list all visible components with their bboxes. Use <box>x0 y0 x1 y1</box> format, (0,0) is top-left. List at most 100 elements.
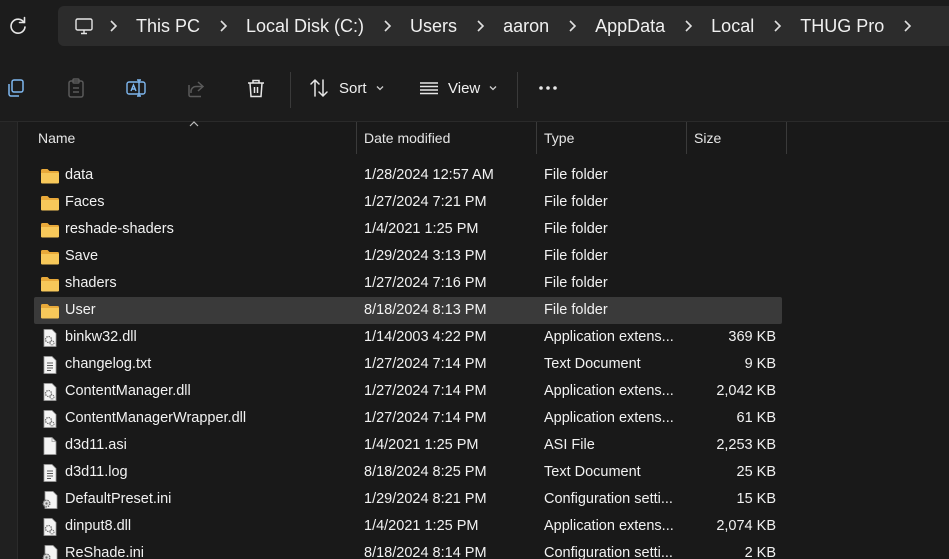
refresh-icon[interactable] <box>6 14 30 38</box>
breadcrumb-item[interactable]: This PC <box>128 16 208 37</box>
file-type: ASI File <box>544 437 595 453</box>
dll-file-icon <box>40 383 60 401</box>
file-size: 2 KB <box>744 545 776 559</box>
file-row[interactable]: ReShade.ini 8/18/2024 8:14 PM Configuratio… <box>34 540 782 559</box>
file-date-modified: 1/27/2024 7:14 PM <box>364 356 487 372</box>
address-bar-row: This PC Local Disk (C:) Users aaron AppData L… <box>0 0 949 52</box>
dll-file-icon <box>40 329 60 347</box>
breadcrumb-separator-icon[interactable] <box>98 19 128 33</box>
file-list: Name Date modified Type Size data 1/28/20… <box>0 121 949 559</box>
paste-icon[interactable] <box>65 77 87 99</box>
chevron-down-icon <box>376 86 383 91</box>
file-type: File folder <box>544 248 608 264</box>
file-type: File folder <box>544 302 608 318</box>
file-date-modified: 1/4/2021 1:25 PM <box>364 221 479 237</box>
file-date-modified: 1/29/2024 8:21 PM <box>364 491 487 507</box>
file-name: shaders <box>65 275 117 291</box>
file-size: 2,042 KB <box>716 383 776 399</box>
column-divider[interactable] <box>786 122 787 154</box>
breadcrumb-item[interactable]: Local Disk (C:) <box>238 16 372 37</box>
this-pc-icon[interactable] <box>74 16 94 36</box>
toolbar-divider <box>290 72 291 108</box>
text-file-icon <box>40 464 60 482</box>
folder-row[interactable]: reshade-shaders 1/4/2021 1:25 PM File fold… <box>34 216 782 243</box>
file-name: changelog.txt <box>65 356 152 372</box>
folder-row[interactable]: Faces 1/27/2024 7:21 PM File folder <box>34 189 782 216</box>
config-file-icon <box>40 491 60 509</box>
file-type: Application extens... <box>544 383 674 399</box>
file-row[interactable]: d3d11.asi 1/4/2021 1:25 PM ASI File 2,253 K… <box>34 432 782 459</box>
file-rows: data 1/28/2024 12:57 AM File folder Faces 1/… <box>34 162 782 559</box>
folder-row[interactable]: shaders 1/27/2024 7:16 PM File folder <box>34 270 782 297</box>
file-name: DefaultPreset.ini <box>65 491 172 507</box>
file-row[interactable]: ContentManager.dll 1/27/2024 7:14 PM Appli… <box>34 378 782 405</box>
file-type: Configuration setti... <box>544 545 673 559</box>
view-icon <box>420 82 438 95</box>
column-divider[interactable] <box>686 122 687 154</box>
file-row[interactable]: binkw32.dll 1/14/2003 4:22 PM Application … <box>34 324 782 351</box>
delete-icon[interactable] <box>245 77 267 99</box>
more-options-icon[interactable] <box>537 77 559 99</box>
file-name: Save <box>65 248 99 264</box>
file-type: File folder <box>544 194 608 210</box>
file-row[interactable]: DefaultPreset.ini 1/29/2024 8:21 PM Config… <box>34 486 782 513</box>
address-bar[interactable]: This PC Local Disk (C:) Users aaron AppData L… <box>58 6 949 46</box>
file-name: d3d11.log <box>65 464 128 480</box>
column-header-type[interactable]: Type <box>544 122 574 154</box>
rename-icon[interactable] <box>125 77 147 99</box>
file-date-modified: 1/27/2024 7:14 PM <box>364 383 487 399</box>
file-type: Application extens... <box>544 410 674 426</box>
breadcrumb-item[interactable]: Local <box>703 16 762 37</box>
folder-row[interactable]: data 1/28/2024 12:57 AM File folder <box>34 162 782 189</box>
column-header-date[interactable]: Date modified <box>364 122 450 154</box>
breadcrumb-item[interactable]: AppData <box>587 16 673 37</box>
folder-row[interactable]: User 8/18/2024 8:13 PM File folder <box>34 297 782 324</box>
folder-icon <box>40 167 60 185</box>
column-header-size[interactable]: Size <box>694 122 721 154</box>
command-bar: Sort View <box>0 52 949 122</box>
file-date-modified: 1/28/2024 12:57 AM <box>364 167 494 183</box>
file-type: Application extens... <box>544 518 674 534</box>
share-icon[interactable] <box>185 77 207 99</box>
breadcrumb-separator-icon[interactable] <box>208 19 238 33</box>
breadcrumb-item[interactable]: aaron <box>495 16 557 37</box>
file-row[interactable]: d3d11.log 8/18/2024 8:25 PM Text Document 2… <box>34 459 782 486</box>
breadcrumb-separator-icon[interactable] <box>557 19 587 33</box>
file-row[interactable]: dinput8.dll 1/4/2021 1:25 PM Application e… <box>34 513 782 540</box>
config-file-icon <box>40 545 60 559</box>
dll-file-icon <box>40 410 60 428</box>
view-button[interactable]: View <box>418 74 498 102</box>
copy-icon[interactable] <box>5 77 27 99</box>
file-date-modified: 1/4/2021 1:25 PM <box>364 518 479 534</box>
breadcrumb-separator-icon[interactable] <box>465 19 495 33</box>
file-name: data <box>65 167 94 183</box>
sort-button[interactable]: Sort <box>308 74 385 102</box>
folder-icon <box>40 248 60 266</box>
file-size: 369 KB <box>728 329 776 345</box>
breadcrumb-separator-icon[interactable] <box>673 19 703 33</box>
file-date-modified: 8/18/2024 8:13 PM <box>364 302 487 318</box>
file-row[interactable]: ContentManagerWrapper.dll 1/27/2024 7:14 … <box>34 405 782 432</box>
column-header-name[interactable]: Name <box>38 122 75 154</box>
column-divider[interactable] <box>536 122 537 154</box>
breadcrumb-separator-icon[interactable] <box>372 19 402 33</box>
file-date-modified: 1/27/2024 7:14 PM <box>364 410 487 426</box>
breadcrumb: This PC Local Disk (C:) Users aaron AppData L… <box>98 6 922 46</box>
file-date-modified: 1/4/2021 1:25 PM <box>364 437 479 453</box>
column-divider[interactable] <box>356 122 357 154</box>
breadcrumb-separator-icon[interactable] <box>892 19 922 33</box>
file-name: dinput8.dll <box>65 518 132 534</box>
breadcrumb-item[interactable]: Users <box>402 16 465 37</box>
sort-ascending-icon <box>189 121 199 127</box>
breadcrumb-separator-icon[interactable] <box>762 19 792 33</box>
file-name: ReShade.ini <box>65 545 144 559</box>
file-type: File folder <box>544 167 608 183</box>
text-file-icon <box>40 356 60 374</box>
breadcrumb-item[interactable]: THUG Pro <box>792 16 892 37</box>
file-row[interactable]: changelog.txt 1/27/2024 7:14 PM Text Docum… <box>34 351 782 378</box>
file-name: reshade-shaders <box>65 221 174 237</box>
file-type: Text Document <box>544 356 641 372</box>
view-label: View <box>448 79 481 97</box>
folder-row[interactable]: Save 1/29/2024 3:13 PM File folder <box>34 243 782 270</box>
file-name: ContentManager.dll <box>65 383 191 399</box>
